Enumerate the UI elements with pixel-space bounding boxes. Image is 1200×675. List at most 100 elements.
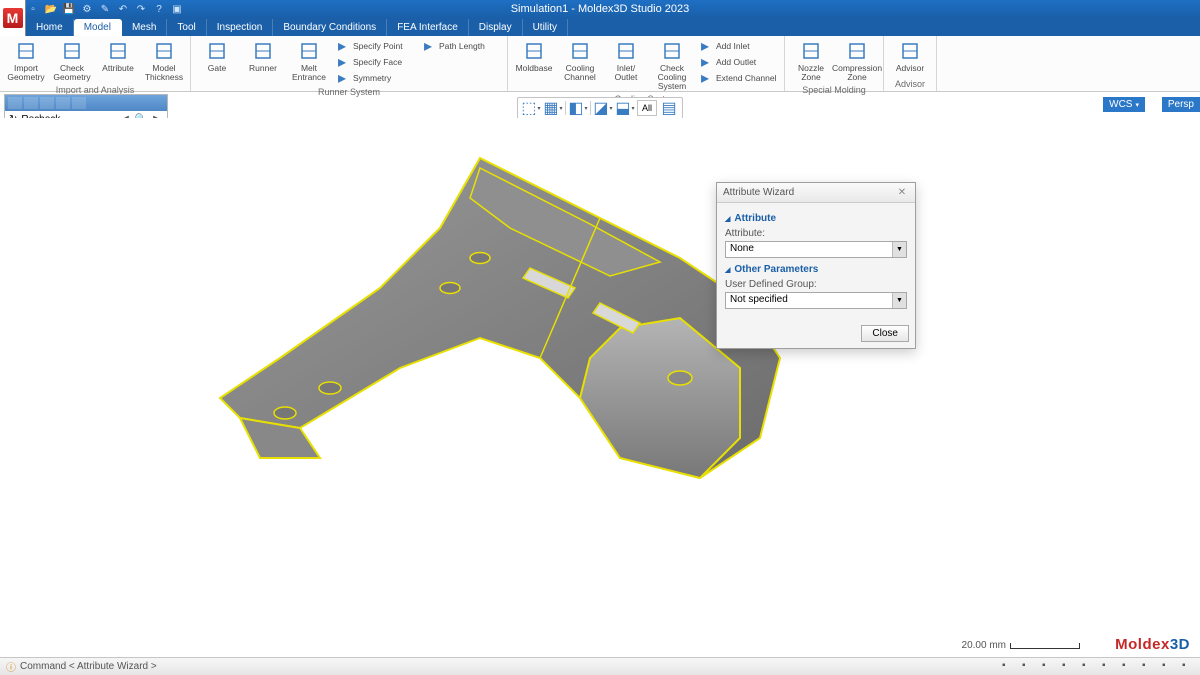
extend-button[interactable]: ▸Extend Channel [696,70,780,86]
path-icon: ▸ [421,39,435,53]
tab-tool[interactable]: Tool [167,19,206,36]
moldbase-button[interactable]: Moldbase [512,38,556,75]
tab-utility[interactable]: Utility [523,19,568,36]
gate-icon [206,40,228,62]
save-icon[interactable]: 💾 [62,2,76,16]
view-reset-icon[interactable]: ⬚ [521,99,541,117]
inlet-icon [615,40,637,62]
tab-model[interactable]: Model [74,19,122,36]
tab-display[interactable]: Display [469,19,523,36]
status-icon-8[interactable]: ▪ [1142,660,1156,674]
advisor-button[interactable]: Advisor [888,38,932,75]
settings-icon[interactable]: ⚙ [80,2,94,16]
check-geom-icon [61,40,83,62]
status-icon-2[interactable]: ▪ [1022,660,1036,674]
channel-button[interactable]: Cooling Channel [558,38,602,84]
symmetry-button[interactable]: ▸Symmetry [333,70,417,86]
undo-icon[interactable]: ↶ [116,2,130,16]
ribbon-group-label: Runner System [191,86,507,99]
melt-icon [298,40,320,62]
nozzle-icon [800,40,822,62]
tab-fea[interactable]: FEA Interface [387,19,469,36]
advisor-icon [899,40,921,62]
import-icon [15,40,37,62]
status-icon-3[interactable]: ▪ [1042,660,1056,674]
attribute-value: None [726,242,892,257]
nozzle-button[interactable]: Nozzle Zone [789,38,833,84]
addoutlet-icon: ▸ [698,55,712,69]
status-icon-1[interactable]: ▪ [1002,660,1016,674]
status-right-icons: ▪ ▪ ▪ ▪ ▪ ▪ ▪ ▪ ▪ ▪ [1002,660,1196,674]
status-icon-5[interactable]: ▪ [1082,660,1096,674]
defects-tabs[interactable] [5,95,167,111]
status-command: Command < Attribute Wizard > [20,661,157,672]
addinlet-icon: ▸ [698,39,712,53]
symmetry-icon: ▸ [335,71,349,85]
quick-access-toolbar: ▫ 📂 💾 ⚙ ✎ ↶ ↷ ? ▣ [26,0,184,18]
view-iso-icon[interactable]: ⬓ [615,99,635,117]
attribute-icon [107,40,129,62]
ribbon-group: GateRunnerMelt Entrance▸Specify Point▸Sp… [191,36,508,91]
chevron-down-icon[interactable]: ▼ [892,242,906,257]
attribute-combo[interactable]: None ▼ [725,241,907,258]
open-icon[interactable]: 📂 [44,2,58,16]
view-section-icon[interactable]: ◪ [593,99,613,117]
tab-inspection[interactable]: Inspection [207,19,274,36]
thickness-icon [153,40,175,62]
tab-boundary[interactable]: Boundary Conditions [273,19,387,36]
gate-button[interactable]: Gate [195,38,239,75]
status-icon-7[interactable]: ▪ [1122,660,1136,674]
inlet-button[interactable]: Inlet/ Outlet [604,38,648,84]
ribbon-group: MoldbaseCooling ChannelInlet/ OutletChec… [508,36,785,91]
group-label: User Defined Group: [725,279,907,290]
audit-icon[interactable]: ✎ [98,2,112,16]
view-toggle-icon[interactable]: ▤ [659,99,679,117]
status-info-icon: ⓘ [6,659,16,674]
compress-button[interactable]: Compression Zone [835,38,879,84]
close-button[interactable]: Close [861,325,909,342]
ribbon-group-label: Special Molding [785,84,883,97]
group-combo[interactable]: Not specified ▼ [725,292,907,309]
moldbase-icon [523,40,545,62]
import-button[interactable]: Import Geometry [4,38,48,84]
view-cube-icon[interactable]: ◧ [568,99,588,117]
app-logo[interactable]: M [0,0,26,36]
ribbon-group-label: Advisor [884,78,936,91]
scale-value: 20.00 mm [962,640,1006,651]
status-icon-4[interactable]: ▪ [1062,660,1076,674]
view-all-chip[interactable]: All [637,100,657,116]
checkcool-button[interactable]: Check Cooling System [650,38,694,93]
status-icon-10[interactable]: ▪ [1182,660,1196,674]
wcs-chip[interactable]: WCS▾ [1103,97,1145,112]
path-button[interactable]: ▸Path Length [419,38,503,54]
cursor-icon: ↖ [352,258,362,272]
melt-button[interactable]: Melt Entrance [287,38,331,84]
tab-mesh[interactable]: Mesh [122,19,167,36]
help-icon[interactable]: ? [152,2,166,16]
viewport-3d[interactable]: ↖ [0,118,1200,657]
redo-icon[interactable]: ↷ [134,2,148,16]
viewport-toolbar: ⬚ ▦ ◧ ◪ ⬓ All ▤ [517,97,683,119]
checkcool-icon [661,40,683,62]
group-value: Not specified [726,293,892,308]
runner-button[interactable]: Runner [241,38,285,75]
face-icon: ▸ [335,55,349,69]
attribute-wizard-dialog: Attribute Wizard ✕ Attribute Attribute: … [716,182,916,349]
attribute-button[interactable]: Attribute [96,38,140,75]
point-icon: ▸ [335,39,349,53]
persp-chip[interactable]: Persp [1162,97,1200,112]
section-other-params[interactable]: Other Parameters [725,264,907,275]
check-geom-button[interactable]: Check Geometry [50,38,94,84]
new-icon[interactable]: ▫ [26,2,40,16]
section-attribute[interactable]: Attribute [725,213,907,224]
close-icon[interactable]: ✕ [895,187,909,198]
camera-icon[interactable]: ▣ [170,2,184,16]
status-icon-6[interactable]: ▪ [1102,660,1116,674]
chevron-down-icon[interactable]: ▼ [892,293,906,308]
menu-bar: Home Model Mesh Tool Inspection Boundary… [0,18,1200,36]
view-fit-icon[interactable]: ▦ [543,99,563,117]
ribbon-group: Nozzle ZoneCompression ZoneSpecial Moldi… [785,36,884,91]
tab-home[interactable]: Home [26,19,74,36]
status-icon-9[interactable]: ▪ [1162,660,1176,674]
thickness-button[interactable]: Model Thickness [142,38,186,84]
